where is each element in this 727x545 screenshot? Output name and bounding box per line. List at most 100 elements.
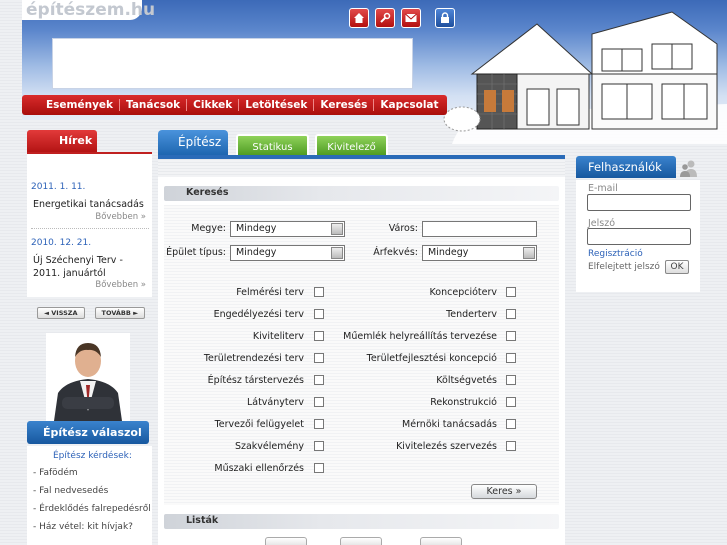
nav-tanacsok[interactable]: Tanácsok [120,99,188,111]
answers-title: Építész válaszol [27,421,149,444]
password-field[interactable] [587,228,691,245]
option-checkbox[interactable] [506,397,516,407]
option-label: Rekonstrukció [430,397,497,408]
dropdown-arrow-icon [331,223,343,235]
option-checkbox[interactable] [506,353,516,363]
main-nav: Események Tanácsok Cikkek Letöltések Ker… [22,95,447,115]
option-label: Műemlék helyreállítás tervezése [343,331,497,342]
varos-input[interactable] [422,221,537,237]
mail-icon[interactable] [401,8,421,28]
option-label: Tenderterv [446,309,497,320]
option-label: Tervezői felügyelet [214,419,304,430]
dropdown-arrow-icon [331,247,343,259]
lists-header: Listák [164,514,559,529]
news-separator [31,228,149,229]
arfekves-label: Árfekvés: [373,247,418,258]
option-checkbox[interactable] [506,331,516,341]
list-button[interactable] [420,537,462,545]
option-label: Kiviteliterv [252,331,304,342]
email-field[interactable] [587,194,691,211]
answer-link[interactable]: - Fafödém [33,468,78,478]
email-label: E-mail [588,183,618,194]
option-label: Kivitelezés szervezés [396,441,497,452]
dropdown-arrow-icon [523,247,535,259]
header-icons [349,8,455,28]
users-title: Felhasználók [576,156,676,178]
arfekves-select[interactable]: Mindegy [422,245,537,261]
option-label: Műszaki ellenőrzés [214,463,304,474]
answers-panel: Építész kérdések: - Fafödém - Fal nedves… [27,446,152,545]
epulet-select[interactable]: Mindegy [230,245,345,261]
answer-link[interactable]: - Fal nedvesedés [33,486,108,496]
megye-label: Megye: [191,223,226,234]
nav-cikkek[interactable]: Cikkek [187,99,240,111]
news-link[interactable]: Új Széchenyi Terv - 2011. januártól [33,254,151,280]
list-button[interactable] [265,537,307,545]
option-checkbox[interactable] [314,419,324,429]
login-panel: E-mail Jelszó Regisztráció Elfelejtett j… [576,180,700,292]
banner-box [52,38,413,89]
nav-kereses[interactable]: Keresés [314,99,375,111]
news-link[interactable]: Energetikai tanácsadás [33,198,151,211]
nav-esemenyek[interactable]: Események [40,99,121,111]
varos-label: Város: [388,223,418,234]
nav-letoltesek[interactable]: Letöltések [239,99,315,111]
search-title: Keresés [186,187,229,198]
news-title: Hírek [27,130,97,152]
nav-kapcsolat[interactable]: Kapcsolat [374,99,444,111]
option-label: Felmérési terv [236,287,304,298]
option-label: Területfejlesztési koncepció [366,353,497,364]
page: építészem.hu Események Tanácsok Cikkek L… [0,0,727,545]
tools-icon[interactable] [375,8,395,28]
news-more-link[interactable]: Bővebben » [95,280,146,290]
option-label: Szakvélemény [234,441,304,452]
option-checkbox[interactable] [314,287,324,297]
tab-epitesz[interactable]: Építész [158,130,228,155]
epulet-label: Épület típus: [166,247,226,258]
login-button[interactable]: OK [665,260,689,274]
answer-link[interactable]: - Érdeklődés falrepedésről [33,504,151,514]
option-checkbox[interactable] [314,309,324,319]
header: építészem.hu Események Tanácsok Cikkek L… [22,0,727,144]
option-checkbox[interactable] [314,397,324,407]
option-checkbox[interactable] [506,419,516,429]
option-label: Költségvetés [436,375,497,386]
site-logo[interactable]: építészem.hu [26,0,155,20]
tab-kivitelezo[interactable]: Kivitelező [315,134,388,155]
megye-select[interactable]: Mindegy [230,221,345,237]
option-checkbox[interactable] [314,463,324,473]
option-checkbox[interactable] [506,287,516,297]
option-label: Látványterv [246,397,304,408]
option-checkbox[interactable] [506,441,516,451]
option-checkbox[interactable] [314,353,324,363]
news-pager: ◄ VISSZA TOVÁBB ► [37,307,146,319]
house-illustration [443,11,727,144]
register-link[interactable]: Regisztráció [588,249,643,259]
panel-band [158,159,565,177]
architect-photo [46,333,130,421]
option-checkbox[interactable] [314,441,324,451]
megye-value: Mindegy [236,223,277,234]
option-label: Engedélyezési terv [213,309,304,320]
option-checkbox[interactable] [506,309,516,319]
tab-statikus[interactable]: Statikus [236,134,309,155]
option-checkbox[interactable] [314,375,324,385]
news-more-link[interactable]: Bővebben » [95,212,146,222]
answer-link[interactable]: - Ház vétel: kit hívjak? [33,522,133,532]
forgot-password-link[interactable]: Elfelejtett jelszó [588,262,660,272]
option-label: Területrendezési terv [203,353,304,364]
option-label: Építész társtervezés [207,375,304,386]
option-checkbox[interactable] [314,331,324,341]
option-label: Mérnöki tanácsadás [402,419,497,430]
users-icon [680,160,697,177]
next-button[interactable]: TOVÁBB ► [94,307,146,319]
home-icon[interactable] [349,8,369,28]
epulet-value: Mindegy [236,247,277,258]
option-label: Koncepcióterv [429,287,497,298]
prev-button[interactable]: ◄ VISSZA [37,307,85,319]
answers-subtitle[interactable]: Építész kérdések: [53,451,132,461]
option-checkbox[interactable] [506,375,516,385]
list-button[interactable] [340,537,382,545]
lists-title: Listák [186,515,219,526]
search-button[interactable]: Keres » [471,484,537,499]
